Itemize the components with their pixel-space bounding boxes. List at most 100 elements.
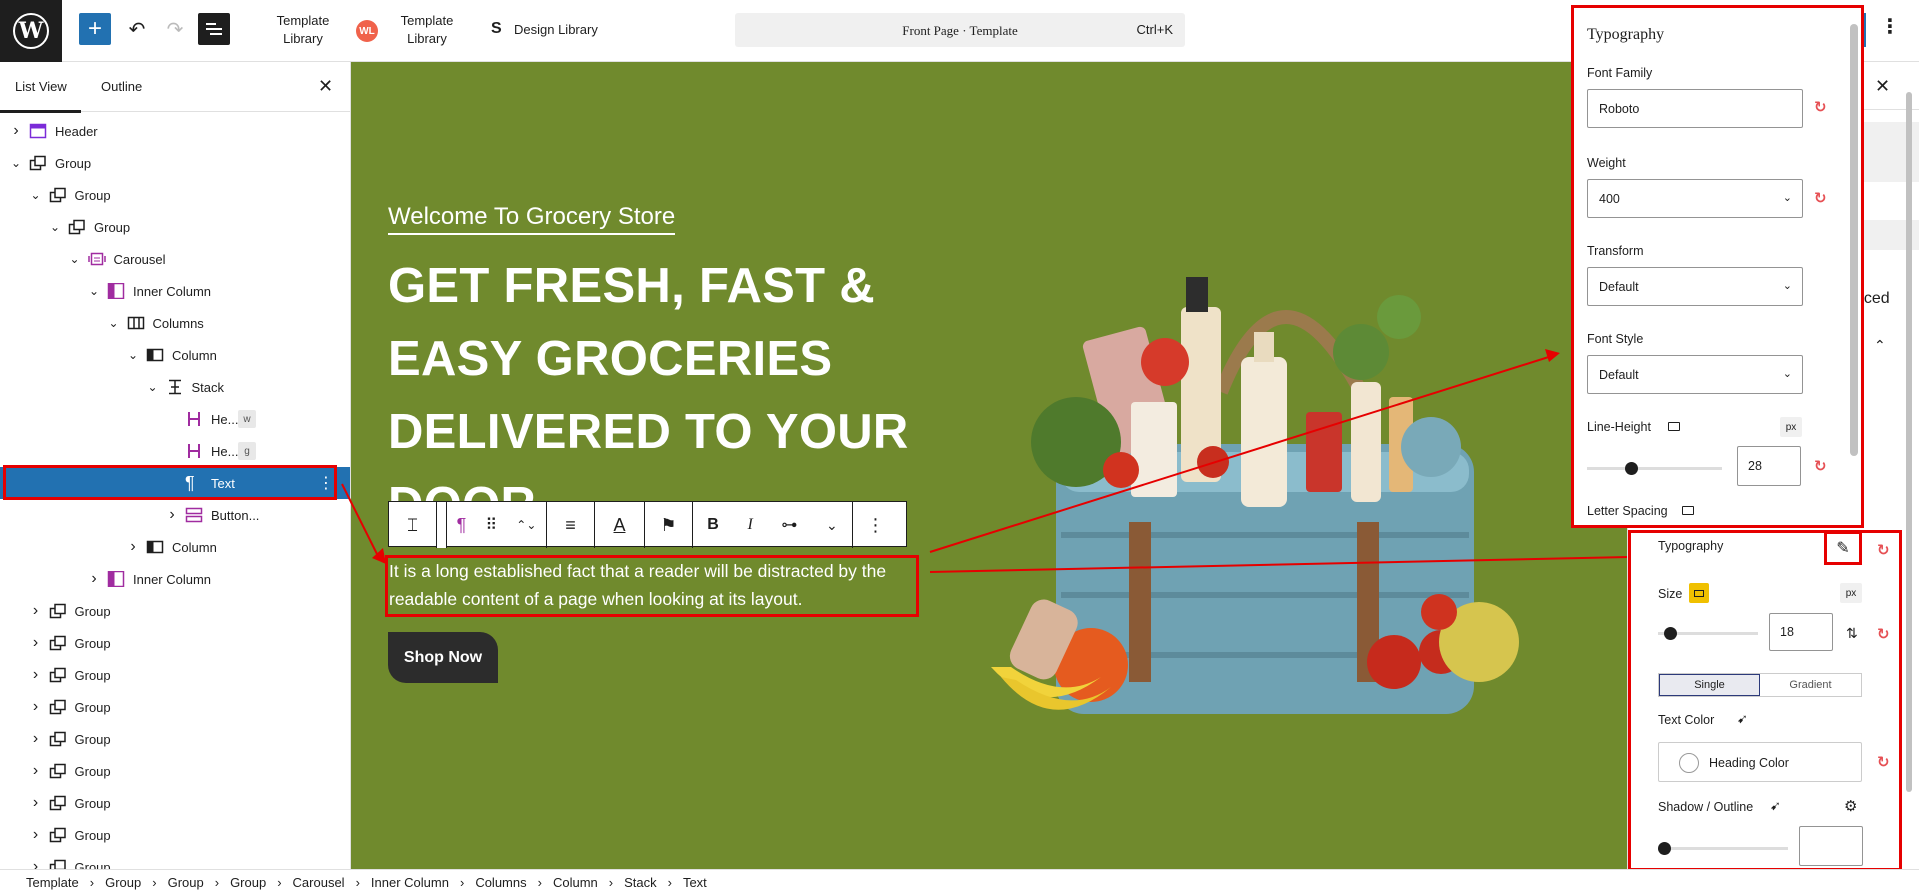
breadcrumb-item[interactable]: Template (26, 875, 79, 890)
list-view-toggle[interactable] (198, 13, 230, 45)
chevron-right-icon[interactable]: › (30, 666, 42, 684)
list-item[interactable]: ⌄ Columns (0, 307, 350, 339)
desktop-icon[interactable] (1682, 506, 1694, 515)
font-style-select[interactable]: Default ⌄ (1587, 355, 1803, 394)
slider-thumb[interactable] (1664, 627, 1677, 640)
italic-button[interactable]: I (747, 516, 752, 534)
size-unit[interactable]: px (1840, 583, 1862, 603)
breadcrumb-item[interactable]: Group (168, 875, 204, 890)
list-item[interactable]: › Group (0, 723, 350, 755)
heading-color-picker[interactable]: Heading Color (1658, 742, 1862, 782)
popover-scrollbar[interactable] (1850, 24, 1858, 456)
chevron-down-icon[interactable]: ⌄ (127, 348, 139, 362)
list-item[interactable]: ⌄ Group (0, 147, 350, 179)
breadcrumb-item[interactable]: Inner Column (371, 875, 449, 890)
chevron-right-icon[interactable]: › (127, 538, 139, 556)
paragraph-icon[interactable]: ¶ (457, 515, 467, 536)
desktop-icon[interactable] (1668, 422, 1680, 431)
list-item[interactable]: › Header (0, 115, 350, 147)
chevron-down-icon[interactable]: ⌄ (49, 220, 61, 234)
adjust-icon[interactable]: ⇅ (1846, 625, 1858, 642)
wordpress-logo[interactable]: W (0, 0, 62, 62)
chevron-right-icon[interactable]: › (30, 858, 42, 869)
chevron-down-icon[interactable]: ⌄ (108, 316, 120, 330)
breadcrumb-item[interactable]: Carousel (293, 875, 345, 890)
list-item[interactable]: › Group (0, 787, 350, 819)
close-icon[interactable]: ✕ (318, 76, 333, 97)
undo-button[interactable]: ↶ (122, 13, 152, 45)
transform-select[interactable]: Default ⌄ (1587, 267, 1803, 306)
list-item[interactable]: › Button... (0, 499, 350, 531)
desktop-icon[interactable] (1689, 583, 1709, 603)
list-item[interactable]: › Group (0, 627, 350, 659)
breadcrumb-item[interactable]: Group (105, 875, 141, 890)
line-height-slider[interactable] (1587, 462, 1722, 475)
chevron-right-icon[interactable]: › (30, 602, 42, 620)
list-item[interactable]: ⌄ Inner Column (0, 275, 350, 307)
breadcrumb-item[interactable]: Columns (475, 875, 526, 890)
chevron-right-icon[interactable]: › (30, 634, 42, 652)
template-library-button-1[interactable]: Template Library (268, 12, 338, 48)
bold-button[interactable]: B (707, 516, 719, 534)
breadcrumb-item[interactable]: Text (683, 875, 707, 890)
list-item[interactable]: › Group (0, 755, 350, 787)
command-bar[interactable]: Front Page · Template Ctrl+K (735, 13, 1185, 47)
align-button[interactable]: ≡ (547, 502, 595, 548)
list-item[interactable]: › Column (0, 531, 350, 563)
reset-icon[interactable]: ↻ (1814, 98, 1827, 116)
drag-handle-icon[interactable]: ⠿ (485, 515, 497, 535)
breadcrumb-item[interactable]: Group (230, 875, 266, 890)
list-item[interactable]: ⌄ Stack (0, 371, 350, 403)
chevron-down-icon[interactable]: ⌄ (30, 188, 42, 202)
size-input[interactable]: 18 (1769, 613, 1833, 651)
list-item[interactable]: › Group (0, 691, 350, 723)
chevron-right-icon[interactable]: › (166, 506, 178, 524)
list-item[interactable]: ⌄ Group (0, 179, 350, 211)
size-slider[interactable] (1658, 627, 1758, 640)
slider-thumb[interactable] (1658, 842, 1671, 855)
chevron-down-icon[interactable]: ⌄ (147, 380, 159, 394)
welcome-subheading[interactable]: Welcome To Grocery Store (388, 203, 676, 235)
redo-button[interactable]: ↷ (160, 13, 190, 45)
shadow-slider[interactable] (1658, 842, 1788, 855)
add-block-button[interactable]: + (79, 13, 111, 45)
font-family-input[interactable]: Roboto (1587, 89, 1803, 128)
chevron-right-icon[interactable]: › (10, 122, 22, 140)
edit-typography-button[interactable]: ✎ (1824, 531, 1862, 565)
list-item[interactable]: › Group (0, 851, 350, 869)
list-item[interactable]: › Inner Column (0, 563, 350, 595)
list-item[interactable]: › Group (0, 595, 350, 627)
list-item[interactable]: ⌄ Carousel (0, 243, 350, 275)
reset-icon[interactable]: ↻ (1877, 625, 1890, 643)
select-parent-button[interactable]: ⌶ (389, 502, 437, 548)
shop-now-button[interactable]: Shop Now (388, 632, 498, 683)
list-item[interactable]: ⌄ Group (0, 211, 350, 243)
template-library-button-2[interactable]: Template Library (392, 12, 462, 48)
chevron-right-icon[interactable]: › (30, 762, 42, 780)
flag-button[interactable]: ⚑ (645, 502, 693, 548)
chevron-down-icon[interactable]: ⌄ (69, 252, 81, 266)
list-item[interactable]: › Group (0, 659, 350, 691)
chevron-right-icon[interactable]: › (30, 730, 42, 748)
editor-canvas[interactable]: Welcome To Grocery Store GET FRESH, FAST… (351, 62, 1627, 869)
breadcrumb-item[interactable]: Column (553, 875, 598, 890)
sidebar-close-icon[interactable]: ✕ (1875, 76, 1890, 97)
shadow-input[interactable] (1799, 826, 1863, 866)
tab-gradient[interactable]: Gradient (1760, 674, 1861, 696)
move-up-down-icon[interactable]: ⌃⌄ (516, 519, 536, 531)
chevron-down-icon[interactable]: ⌄ (826, 517, 838, 534)
reset-icon[interactable]: ↻ (1814, 457, 1827, 475)
reset-icon[interactable]: ↻ (1877, 753, 1890, 771)
line-height-input[interactable]: 28 (1737, 446, 1801, 486)
reset-icon[interactable]: ↻ (1814, 189, 1827, 207)
options-menu-button[interactable]: ⋮ (1880, 14, 1900, 39)
chevron-right-icon[interactable]: › (30, 698, 42, 716)
list-item[interactable]: ⌄ Column (0, 339, 350, 371)
tab-list-view[interactable]: List View (0, 79, 81, 113)
tab-outline[interactable]: Outline (101, 79, 142, 94)
reset-icon[interactable]: ↻ (1877, 541, 1890, 559)
line-height-unit[interactable]: px (1780, 417, 1802, 437)
weight-select[interactable]: 400 ⌄ (1587, 179, 1803, 218)
design-library-button[interactable]: Design Library (514, 21, 598, 39)
chevron-up-icon[interactable]: ⌃ (1874, 337, 1886, 354)
